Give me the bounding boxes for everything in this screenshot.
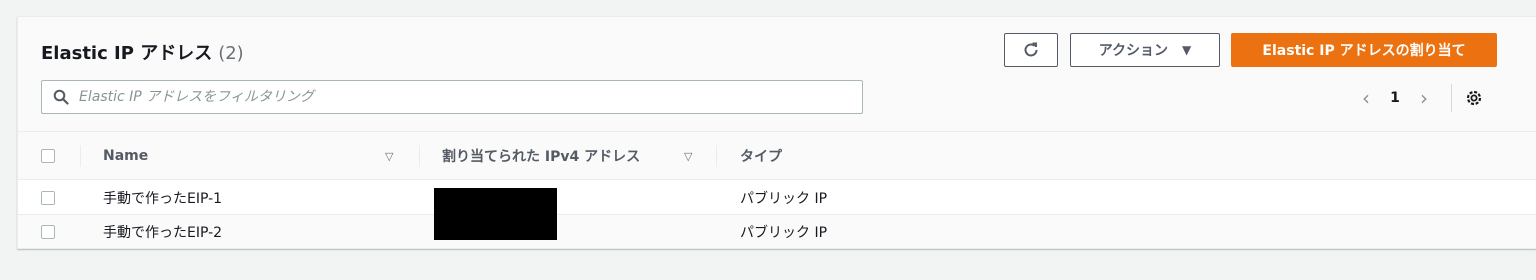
sort-icon[interactable]: ▽ [684, 150, 692, 163]
row-type: パブリック IP [740, 225, 828, 241]
column-header-type-label: タイプ [740, 149, 782, 165]
allocate-eip-button[interactable]: Elastic IP アドレスの割り当て [1231, 33, 1497, 67]
sort-icon[interactable]: ▽ [385, 150, 393, 163]
refresh-icon [1024, 42, 1038, 57]
select-all-checkbox[interactable] [41, 149, 55, 163]
search-input[interactable] [79, 89, 862, 105]
pagination: ‹ 1 › [1351, 83, 1496, 113]
current-page[interactable]: 1 [1381, 90, 1409, 106]
column-divider [80, 145, 81, 167]
table-row[interactable]: 手動で作ったEIP-2 パブリック IP [18, 215, 1536, 249]
search-icon [53, 89, 69, 105]
column-header-type[interactable]: タイプ [740, 132, 782, 180]
item-count: (2) [218, 43, 244, 64]
page-title-text: Elastic IP アドレス [41, 43, 213, 64]
column-divider [419, 145, 420, 167]
search-field[interactable] [41, 80, 863, 114]
caret-down-icon: ▼ [1182, 43, 1192, 57]
redacted-ip-block [434, 188, 557, 240]
actions-dropdown-button[interactable]: アクション ▼ [1070, 33, 1220, 67]
row-name: 手動で作ったEIP-1 [103, 191, 223, 207]
allocate-eip-button-label: Elastic IP アドレスの割り当て [1262, 43, 1466, 59]
row-name: 手動で作ったEIP-2 [103, 225, 223, 241]
column-divider [716, 145, 717, 167]
actions-button-label: アクション [1098, 43, 1169, 59]
panel-header: Elastic IP アドレス (2) アクション ▼ Elastic IP アド… [18, 17, 1536, 132]
column-header-name[interactable]: Name ▽ [103, 132, 403, 180]
row-checkbox[interactable] [41, 225, 55, 239]
table-header: Name ▽ 割り当てられた IPv4 アドレス ▽ タイプ [18, 132, 1536, 180]
column-header-name-label: Name [103, 148, 149, 164]
refresh-button[interactable] [1004, 33, 1058, 67]
chevron-left-icon[interactable]: ‹ [1351, 83, 1381, 113]
row-type: パブリック IP [740, 191, 828, 207]
row-checkbox[interactable] [41, 191, 55, 205]
column-header-ipv4-label: 割り当てられた IPv4 アドレス [442, 149, 641, 165]
page-title: Elastic IP アドレス (2) [41, 39, 244, 65]
chevron-right-icon[interactable]: › [1409, 83, 1439, 113]
table-row[interactable]: 手動で作ったEIP-1 パブリック IP [18, 181, 1536, 215]
gear-icon[interactable] [1452, 88, 1496, 108]
elastic-ip-panel: Elastic IP アドレス (2) アクション ▼ Elastic IP アド… [17, 16, 1536, 249]
column-header-ipv4[interactable]: 割り当てられた IPv4 アドレス ▽ [442, 132, 712, 180]
